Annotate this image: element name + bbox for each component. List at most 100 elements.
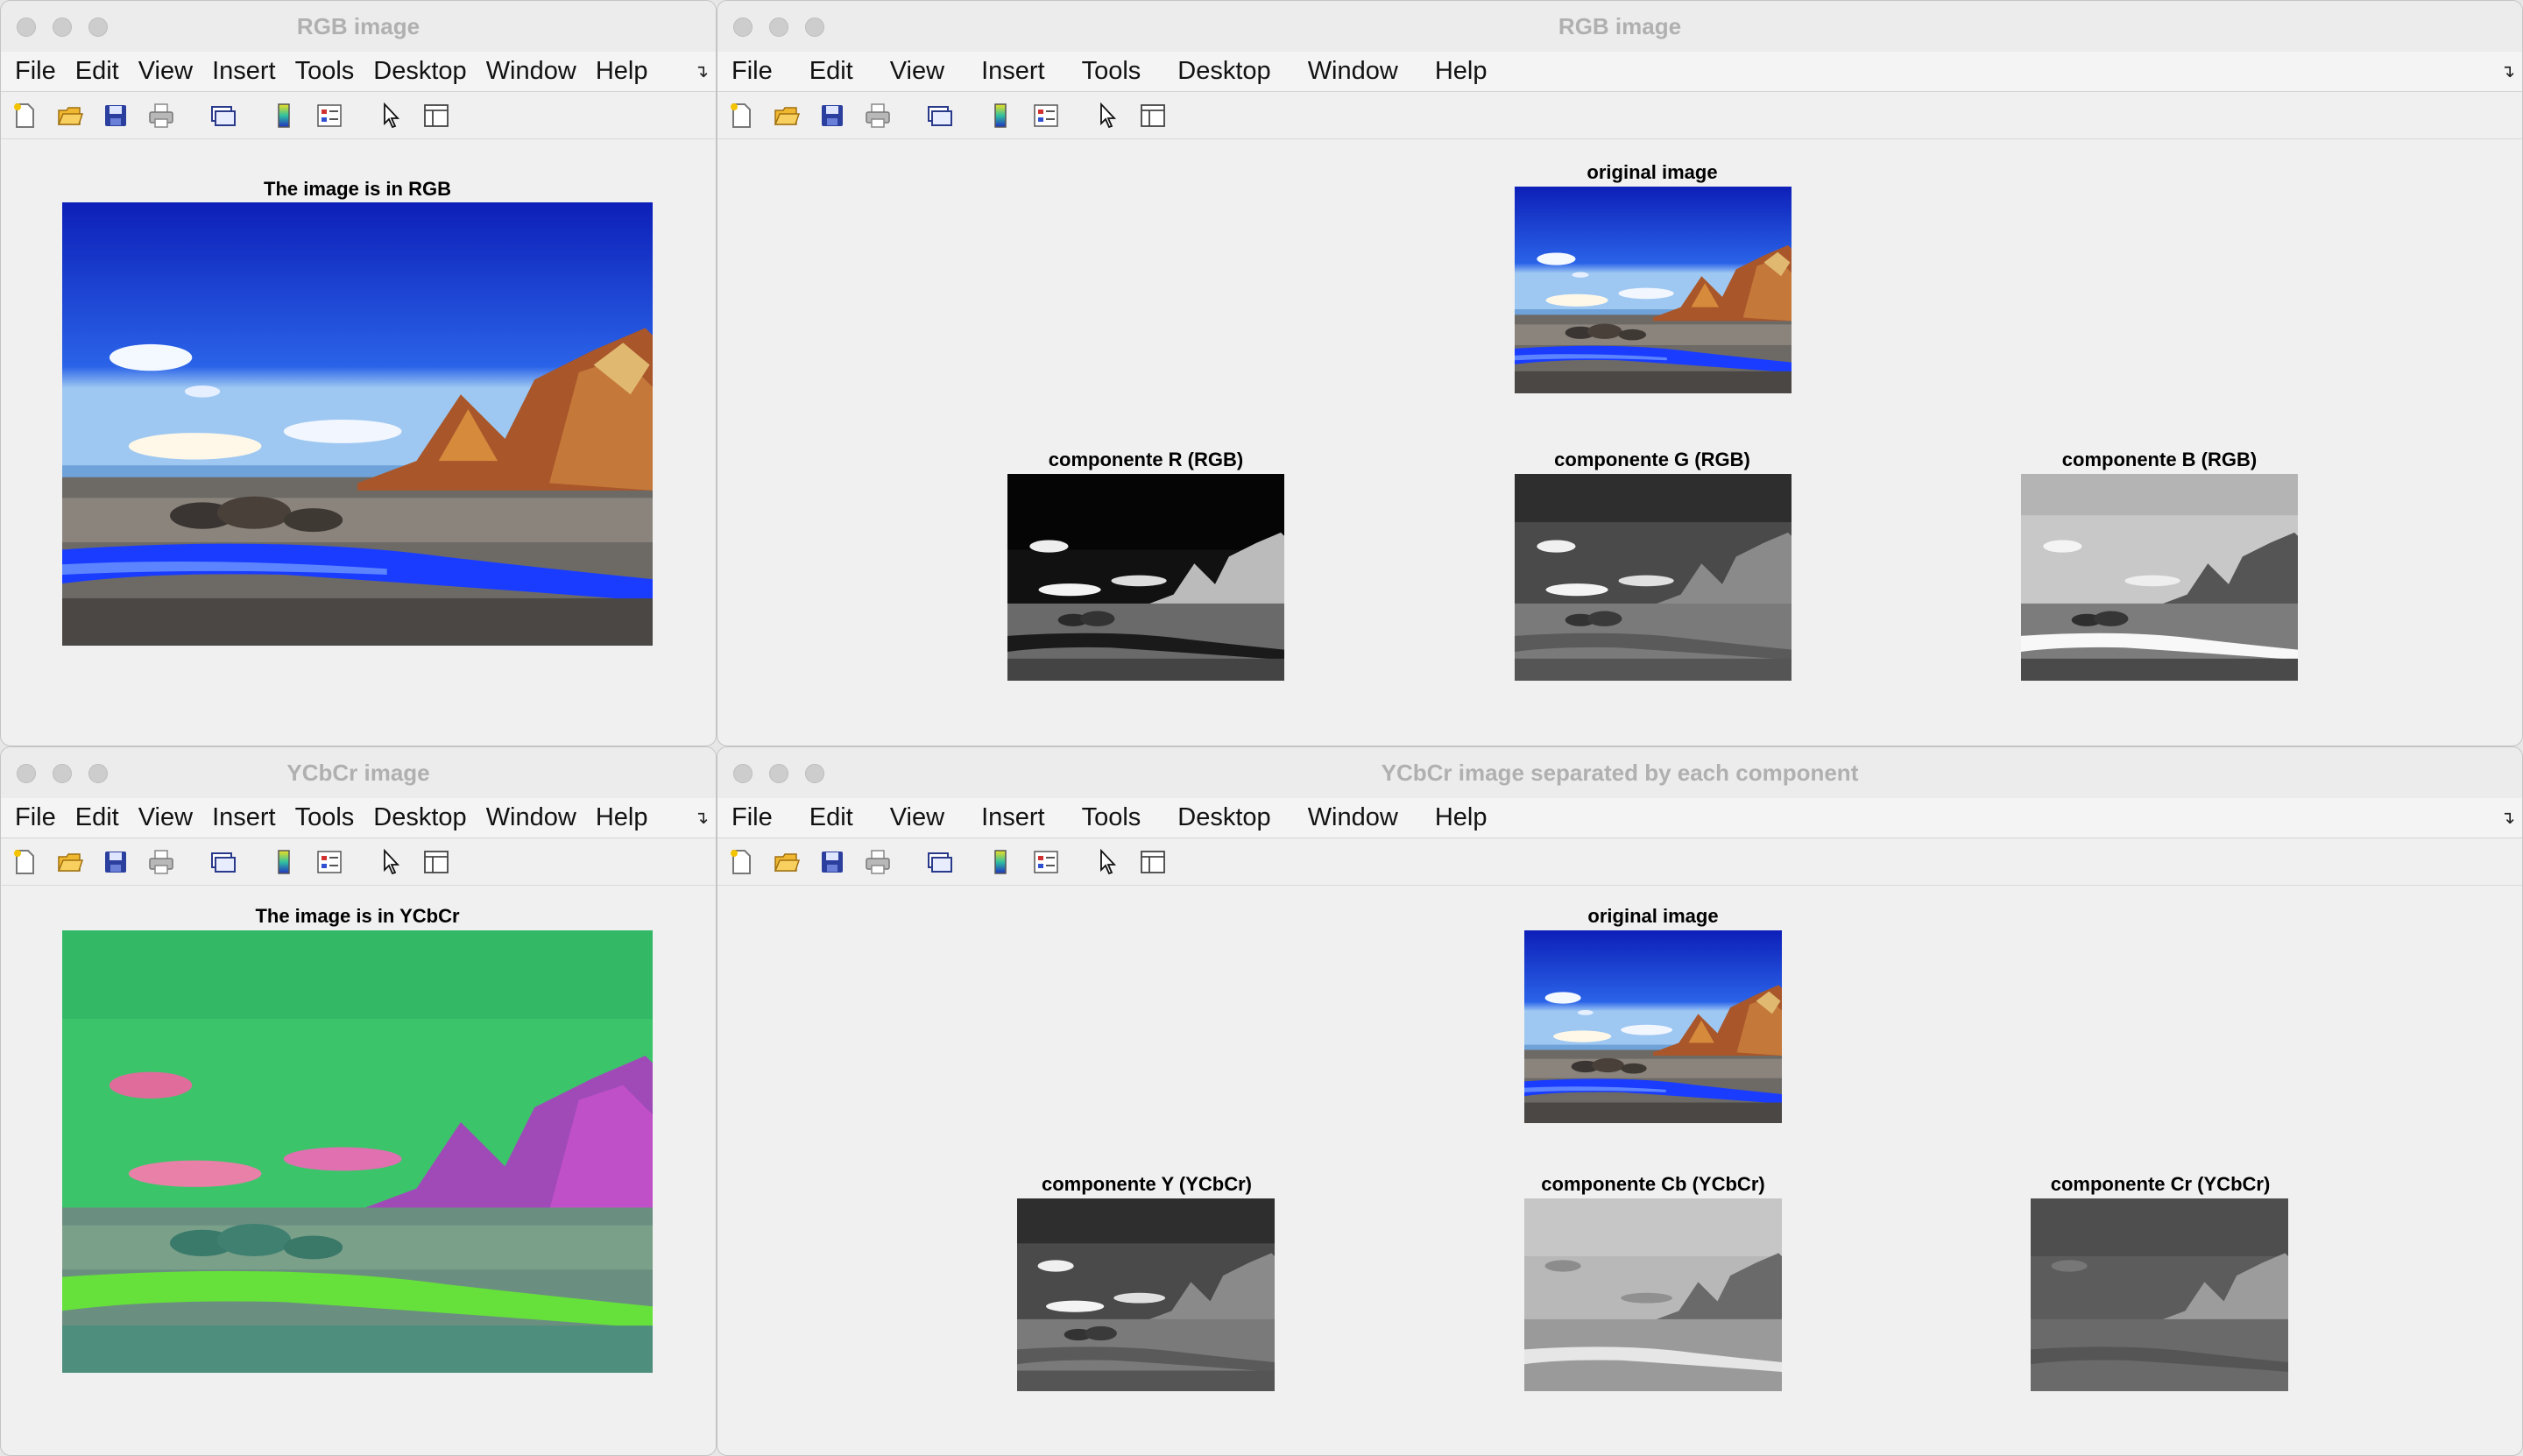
menu-tools[interactable]: Tools (295, 57, 355, 86)
component-cb-title: componente Cb (YCbCr) (1541, 1173, 1765, 1195)
menu-overflow-icon[interactable]: ↴ (2500, 807, 2515, 829)
open-file-icon[interactable] (55, 101, 85, 131)
menu-view[interactable]: View (138, 57, 193, 86)
rgb-components-window: RGB image File Edit View Insert Tools De… (717, 0, 2523, 746)
menu-desktop[interactable]: Desktop (1177, 803, 1270, 832)
menu-view[interactable]: View (890, 57, 944, 86)
print-icon[interactable] (146, 101, 176, 131)
menu-window[interactable]: Window (1308, 57, 1398, 86)
menu-file[interactable]: File (15, 803, 56, 832)
menu-bar: File Edit View Insert Tools Desktop Wind… (1, 52, 716, 92)
edit-plot-arrow-icon[interactable] (376, 847, 406, 877)
menu-desktop[interactable]: Desktop (373, 803, 466, 832)
axes-title: The image is in RGB (264, 178, 451, 200)
menu-tools[interactable]: Tools (295, 803, 355, 832)
open-file-icon[interactable] (772, 847, 802, 877)
colorbar-icon[interactable] (986, 101, 1015, 131)
component-y-title: componente Y (YCbCr) (1042, 1173, 1252, 1195)
menu-desktop[interactable]: Desktop (373, 57, 466, 86)
property-inspector-icon[interactable] (1138, 847, 1168, 877)
menu-help[interactable]: Help (596, 57, 648, 86)
original-image-title: original image (1587, 905, 1719, 927)
menu-insert[interactable]: Insert (981, 57, 1045, 86)
menu-bar: File Edit View Insert Tools Desktop Wind… (717, 52, 2522, 92)
new-figure-icon[interactable] (726, 101, 756, 131)
menu-overflow-icon[interactable]: ↴ (2500, 60, 2515, 82)
menu-help[interactable]: Help (596, 803, 648, 832)
menu-insert[interactable]: Insert (981, 803, 1045, 832)
menu-window[interactable]: Window (1308, 803, 1398, 832)
rgb-image (62, 202, 653, 646)
property-inspector-icon[interactable] (421, 847, 451, 877)
menu-file[interactable]: File (15, 57, 56, 86)
new-figure-icon[interactable] (726, 847, 756, 877)
menu-edit[interactable]: Edit (75, 803, 119, 832)
menu-file[interactable]: File (731, 57, 773, 86)
menu-overflow-icon[interactable]: ↴ (694, 60, 709, 82)
print-icon[interactable] (863, 101, 893, 131)
ycbcr-components-window: YCbCr image separated by each component … (717, 746, 2523, 1456)
menu-window[interactable]: Window (486, 57, 576, 86)
menu-edit[interactable]: Edit (809, 57, 853, 86)
save-icon[interactable] (101, 847, 131, 877)
menu-file[interactable]: File (731, 803, 773, 832)
save-icon[interactable] (817, 101, 847, 131)
menu-window[interactable]: Window (486, 803, 576, 832)
component-cr-title: componente Cr (YCbCr) (2050, 1173, 2271, 1195)
menu-insert[interactable]: Insert (212, 803, 276, 832)
edit-plot-arrow-icon[interactable] (1092, 847, 1122, 877)
save-icon[interactable] (817, 847, 847, 877)
print-icon[interactable] (146, 847, 176, 877)
component-cr-image (2031, 1198, 2288, 1391)
legend-icon[interactable] (1031, 847, 1061, 877)
window-titlebar[interactable]: YCbCr image separated by each component (717, 747, 2522, 799)
window-titlebar[interactable]: YCbCr image (1, 747, 716, 799)
ycbcr-image (62, 930, 653, 1373)
menu-edit[interactable]: Edit (809, 803, 853, 832)
window-titlebar[interactable]: RGB image (717, 1, 2522, 53)
window-title: YCbCr image (286, 760, 430, 786)
menu-tools[interactable]: Tools (1082, 57, 1141, 86)
component-y-image (1017, 1198, 1275, 1391)
menu-view[interactable]: View (890, 803, 944, 832)
link-plot-icon[interactable] (208, 847, 237, 877)
menu-insert[interactable]: Insert (212, 57, 276, 86)
menu-edit[interactable]: Edit (75, 57, 119, 86)
menu-desktop[interactable]: Desktop (1177, 57, 1270, 86)
menu-view[interactable]: View (138, 803, 193, 832)
component-r-title: componente R (RGB) (1048, 449, 1244, 470)
link-plot-icon[interactable] (208, 101, 237, 131)
menu-help[interactable]: Help (1435, 57, 1488, 86)
axes-title: The image is in YCbCr (255, 905, 460, 927)
edit-plot-arrow-icon[interactable] (1092, 101, 1122, 131)
new-figure-icon[interactable] (10, 101, 39, 131)
colorbar-icon[interactable] (269, 847, 299, 877)
window-title: RGB image (296, 13, 420, 39)
print-icon[interactable] (863, 847, 893, 877)
figure-toolbar (717, 838, 2522, 886)
new-figure-icon[interactable] (10, 847, 39, 877)
colorbar-icon[interactable] (269, 101, 299, 131)
component-cb-image (1524, 1198, 1782, 1391)
legend-icon[interactable] (314, 847, 344, 877)
figure-toolbar (1, 838, 716, 886)
link-plot-icon[interactable] (924, 101, 954, 131)
property-inspector-icon[interactable] (1138, 101, 1168, 131)
property-inspector-icon[interactable] (421, 101, 451, 131)
link-plot-icon[interactable] (924, 847, 954, 877)
open-file-icon[interactable] (55, 847, 85, 877)
colorbar-icon[interactable] (986, 847, 1015, 877)
edit-plot-arrow-icon[interactable] (376, 101, 406, 131)
component-g-image (1515, 474, 1792, 681)
window-title: YCbCr image separated by each component (1381, 760, 1859, 786)
window-title: RGB image (1558, 13, 1682, 39)
legend-icon[interactable] (314, 101, 344, 131)
menu-tools[interactable]: Tools (1082, 803, 1141, 832)
menu-bar: File Edit View Insert Tools Desktop Wind… (717, 798, 2522, 838)
menu-overflow-icon[interactable]: ↴ (694, 807, 709, 829)
open-file-icon[interactable] (772, 101, 802, 131)
window-titlebar[interactable]: RGB image (1, 1, 716, 53)
menu-help[interactable]: Help (1435, 803, 1488, 832)
legend-icon[interactable] (1031, 101, 1061, 131)
save-icon[interactable] (101, 101, 131, 131)
